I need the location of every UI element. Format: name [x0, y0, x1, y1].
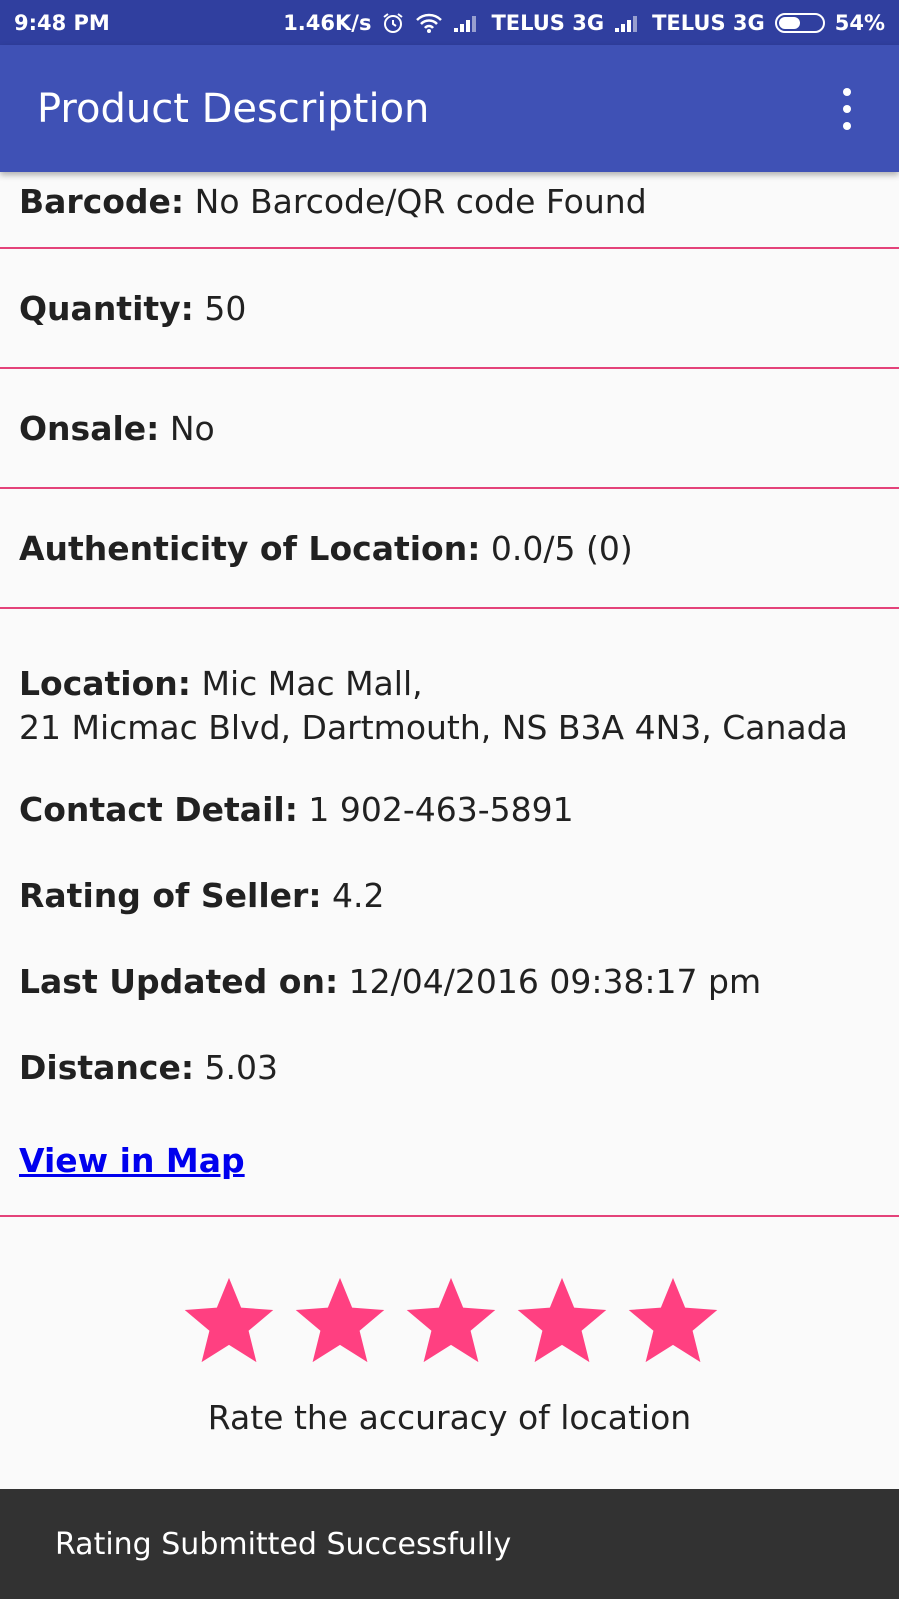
carrier-1: TELUS 3G	[491, 10, 605, 35]
onsale-row: Onsale: No	[0, 369, 899, 487]
network-speed: 1.46K/s	[283, 10, 372, 35]
distance-row: Distance: 5.03	[19, 1048, 278, 1087]
carrier-2: TELUS 3G	[652, 10, 765, 35]
onsale-value: No	[169, 408, 215, 448]
location-label: Location:	[19, 664, 191, 703]
rating-caption: Rate the accuracy of location	[207, 1398, 692, 1437]
authenticity-value: 0.0/5 (0)	[490, 528, 633, 568]
location-line-1: Mic Mac Mall,	[201, 664, 423, 703]
status-time: 9:48 PM	[14, 10, 110, 35]
page-title: Product Description	[37, 85, 430, 132]
authenticity-label: Authenticity of Location:	[19, 528, 481, 568]
signal-icon	[614, 13, 642, 33]
star-icon[interactable]	[182, 1272, 276, 1366]
overflow-menu-icon[interactable]	[832, 84, 862, 134]
quantity-row: Quantity: 50	[0, 249, 899, 367]
snackbar-message: Rating Submitted Successfully	[55, 1526, 512, 1562]
status-indicators: 1.46K/s TELUS 3G TELUS 3G 54%	[283, 11, 885, 35]
last-updated-row: Last Updated on: 12/04/2016 09:38:17 pm	[19, 962, 761, 1001]
quantity-label: Quantity:	[19, 288, 194, 328]
alarm-icon	[381, 11, 405, 35]
barcode-value: No Barcode/QR code Found	[194, 182, 647, 221]
star-icon[interactable]	[626, 1272, 720, 1366]
location-line-2: 21 Micmac Blvd, Dartmouth, NS B3A 4N3, C…	[19, 708, 848, 747]
wifi-icon	[415, 12, 443, 34]
signal-icon	[453, 13, 481, 33]
authenticity-row: Authenticity of Location: 0.0/5 (0)	[0, 489, 899, 607]
star-icon[interactable]	[515, 1272, 609, 1366]
seller-rating-value: 4.2	[332, 876, 385, 915]
quantity-value: 50	[204, 288, 247, 328]
product-details: Barcode: No Barcode/QR code Found Quanti…	[0, 172, 899, 609]
snackbar: Rating Submitted Successfully	[0, 1489, 899, 1599]
barcode-row: Barcode: No Barcode/QR code Found	[0, 172, 899, 247]
location-rating-bar[interactable]	[182, 1272, 720, 1366]
seller-rating-row: Rating of Seller: 4.2	[19, 876, 385, 915]
location-info: Location: Mic Mac Mall, 21 Micmac Blvd, …	[19, 662, 848, 750]
divider	[0, 607, 899, 609]
star-icon[interactable]	[293, 1272, 387, 1366]
barcode-label: Barcode:	[19, 182, 185, 221]
app-bar: Product Description	[0, 45, 899, 172]
last-updated-value: 12/04/2016 09:38:17 pm	[348, 962, 762, 1001]
divider	[0, 1215, 899, 1217]
onsale-label: Onsale:	[19, 408, 160, 448]
last-updated-label: Last Updated on:	[19, 962, 339, 1001]
contact-row: Contact Detail: 1 902-463-5891	[19, 790, 574, 829]
distance-value: 5.03	[204, 1048, 279, 1087]
view-in-map-link[interactable]: View in Map	[19, 1141, 245, 1180]
contact-label: Contact Detail:	[19, 790, 298, 829]
contact-value: 1 902-463-5891	[308, 790, 574, 829]
battery-icon	[774, 12, 825, 33]
star-icon[interactable]	[404, 1272, 498, 1366]
distance-label: Distance:	[19, 1048, 195, 1087]
status-bar: 9:48 PM 1.46K/s TELUS 3G TELUS 3G 54%	[0, 0, 899, 45]
battery-percent: 54%	[834, 10, 885, 35]
seller-rating-label: Rating of Seller:	[19, 876, 322, 915]
